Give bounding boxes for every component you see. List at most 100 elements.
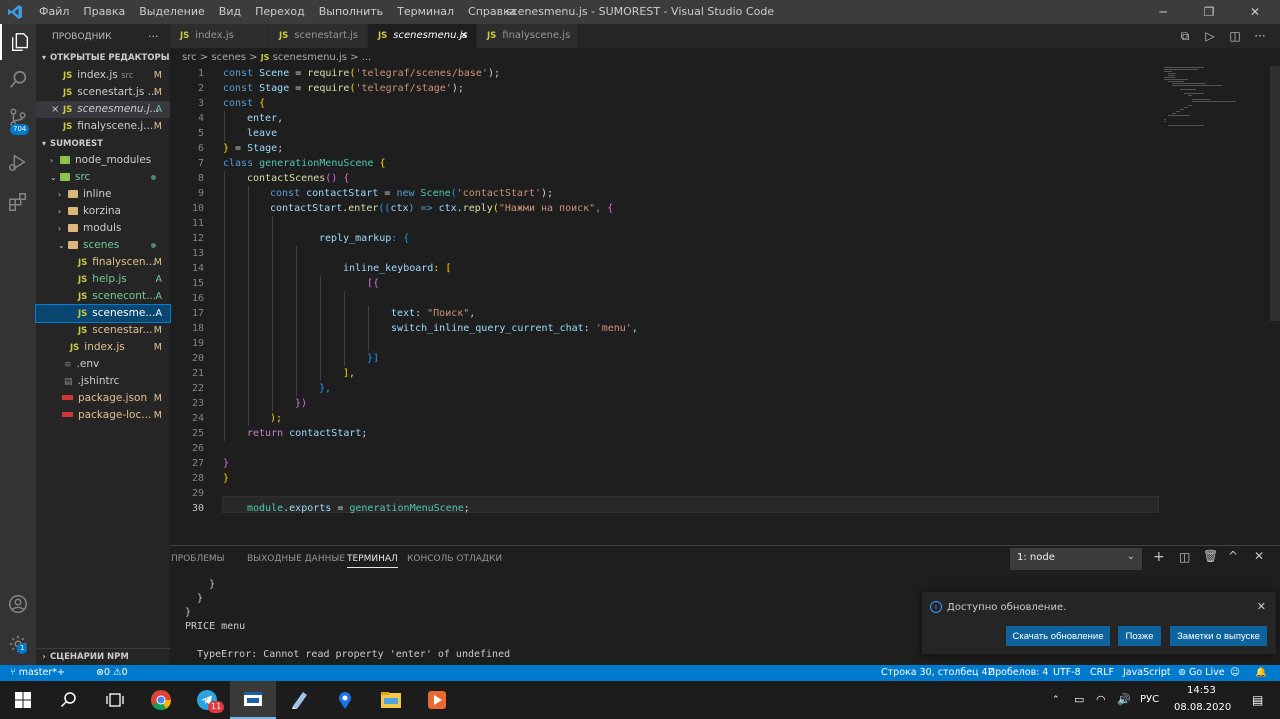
compare-changes-icon[interactable]: ⧉ [1178,29,1192,43]
run-icon[interactable]: ▷ [1203,29,1217,43]
battery-icon[interactable]: ▭ [1074,681,1084,719]
tab-scenestart-js[interactable]: JS scenestart.js [269,24,368,48]
tab-scenesmenu-js[interactable]: JS scenesmenu.js × [368,24,477,48]
tree-folder[interactable]: › node_modules [36,152,170,169]
clock-date[interactable]: 08.08.2020 [1174,702,1231,713]
tab-index-js[interactable]: JS index.js [170,24,269,48]
menu-edit[interactable]: Правка [76,0,132,24]
menu-go[interactable]: Переход [248,0,312,24]
later-button[interactable]: Позже [1118,626,1161,646]
clock-time[interactable]: 14:53 [1187,685,1216,696]
tab-problems[interactable]: ПРОБЛЕМЫ [171,554,225,564]
tree-folder[interactable]: › korzina [36,203,170,220]
tree-folder[interactable]: ⌄ scenes [36,237,170,254]
tree-file[interactable]: JS scenecont... A [36,288,170,305]
editor-scrollbar[interactable] [1270,66,1280,321]
menu-terminal[interactable]: Терминал [390,0,461,24]
vscode-taskbar-icon[interactable] [230,681,276,719]
tree-file[interactable]: package.json M [36,390,170,407]
feedback-icon[interactable]: ☺ [1230,665,1240,681]
open-editor-item[interactable]: JS finalyscene.j... M [36,118,170,135]
tree-folder[interactable]: ⌄ src [36,169,170,186]
bell-icon[interactable]: 🔔 [1255,665,1267,681]
task-view-icon[interactable] [92,681,138,719]
cursor-position[interactable]: Строка 30, столбец 42 [881,665,994,681]
tray-chevron-up-icon[interactable]: ⌃ [1052,681,1060,719]
run-debug-icon[interactable] [0,144,36,180]
search-icon[interactable] [0,62,36,98]
chrome-icon[interactable] [138,681,184,719]
tree-file[interactable]: JS index.js M [36,339,170,356]
new-terminal-icon[interactable]: + [1153,549,1165,565]
tree-folder[interactable]: › moduls [36,220,170,237]
maximize-panel-icon[interactable]: ^ [1228,549,1238,563]
folder-icon [68,207,78,215]
volume-icon[interactable]: 🔊 [1117,681,1131,719]
tab-finalyscene-js[interactable]: JS finalyscene.js [477,24,578,48]
split-editor-icon[interactable]: ◫ [1228,29,1242,43]
tree-folder[interactable]: › inline [36,186,170,203]
close-icon[interactable]: × [51,101,59,118]
input-language[interactable]: РУС [1140,681,1159,719]
open-editor-item[interactable]: JS index.js src M [36,67,170,84]
minimize-icon[interactable]: ─ [1140,0,1186,24]
project-section[interactable]: ▾ SUMOREST [36,136,170,152]
problems-indicator[interactable]: ⊗0 ⚠0 [96,665,128,681]
media-player-icon[interactable] [414,681,460,719]
split-terminal-icon[interactable]: ◫ [1179,550,1190,564]
tree-file[interactable]: JS finalyscen... M [36,254,170,271]
explorer-icon[interactable] [0,24,38,60]
breadcrumb-symbol[interactable]: ... [362,52,372,63]
go-live-button[interactable]: ⊚ Go Live [1178,665,1225,681]
tree-file[interactable]: ≡ .env [36,356,170,373]
tree-file[interactable]: package-loc... M [36,407,170,424]
maps-app-icon[interactable] [322,681,368,719]
language-mode[interactable]: JavaScript [1123,665,1171,681]
search-icon[interactable] [46,681,92,719]
menu-help[interactable]: Справка [461,0,523,24]
menu-file[interactable]: Файл [32,0,76,24]
tab-terminal[interactable]: ТЕРМИНАЛ [347,554,398,568]
notifications-icon[interactable]: ▤ [1252,681,1263,719]
menu-run[interactable]: Выполнить [312,0,390,24]
more-actions-icon[interactable]: ··· [148,30,159,43]
release-notes-button[interactable]: Заметки о выпуске [1170,626,1267,646]
encoding[interactable]: UTF-8 [1053,665,1081,681]
tab-output[interactable]: ВЫХОДНЫЕ ДАННЫЕ [247,554,345,564]
tab-debug-console[interactable]: КОНСОЛЬ ОТЛАДКИ [407,554,502,564]
breadcrumb-file[interactable]: scenesmenu.js [273,52,347,63]
open-editor-item-active[interactable]: × JS scenesmenu.j... A [36,101,170,118]
close-panel-icon[interactable]: ✕ [1254,549,1264,563]
tree-file[interactable]: JS scenestar... M [36,322,170,339]
tree-file-selected[interactable]: JS scenesme... A [35,304,171,323]
file-explorer-icon[interactable] [368,681,414,719]
open-editor-item[interactable]: JS scenestart.js ... M [36,84,170,101]
breadcrumb-src[interactable]: src [182,52,197,63]
menu-selection[interactable]: Выделение [132,0,212,24]
trash-icon[interactable]: 🗑 [1203,549,1218,563]
close-window-icon[interactable]: ✕ [1232,0,1278,24]
tree-file[interactable]: ▤ .jshintrc [36,373,170,390]
menu-view[interactable]: Вид [212,0,248,24]
indentation[interactable]: Пробелов: 4 [988,665,1048,681]
windows-start-icon[interactable] [0,681,46,719]
minimap[interactable] [1160,66,1280,146]
close-notification-icon[interactable]: ✕ [1257,600,1266,613]
download-update-button[interactable]: Скачать обновление [1006,626,1110,646]
tree-file[interactable]: JS help.js A [36,271,170,288]
git-branch[interactable]: ⑂ master*+ [10,665,65,681]
wifi-icon[interactable]: ◠ [1096,681,1106,719]
restore-icon[interactable]: ❐ [1186,0,1232,24]
npm-scripts-section[interactable]: › СЦЕНАРИИ NPM [36,648,170,665]
account-icon[interactable] [0,586,36,622]
terminal-select[interactable]: 1: node ⌄ [1010,548,1142,570]
more-actions-icon[interactable]: ··· [1253,29,1267,43]
close-tab-icon[interactable]: × [460,24,468,48]
extensions-icon[interactable] [0,184,36,220]
code-editor[interactable]: 1 2 3 4 5 6 7 8 9 10 11 12 13 14 15 16 17 18 19 20 21 22 23 24 2… [170,66,1280,540]
end-of-line[interactable]: CRLF [1090,665,1114,681]
breadcrumb-scenes[interactable]: scenes [211,52,246,63]
telegram-icon[interactable]: 11 [184,681,230,719]
notes-app-icon[interactable] [276,681,322,719]
open-editors-section[interactable]: ▾ ОТКРЫТЫЕ РЕДАКТОРЫ [36,50,170,66]
